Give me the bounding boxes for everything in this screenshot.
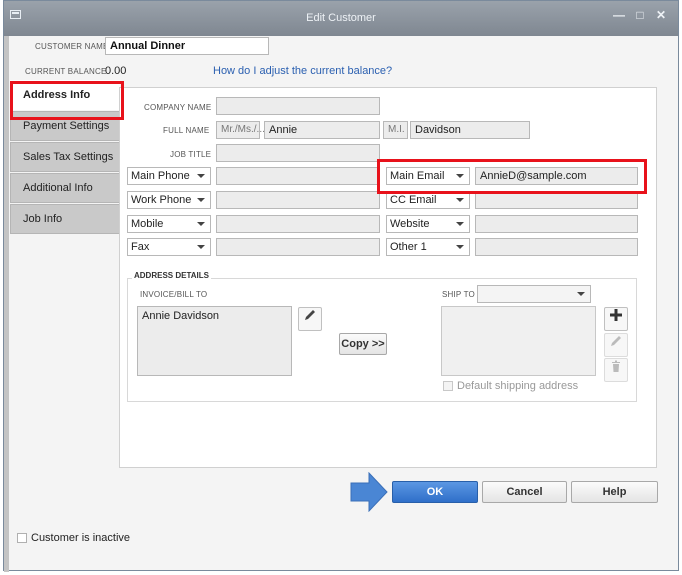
customer-inactive-checkbox[interactable] [17,533,27,543]
customer-name-input[interactable]: Annual Dinner [105,37,269,55]
phone-type-select-2[interactable]: Work Phone [127,191,211,209]
highlight-main-email [377,159,647,194]
phone-input-4[interactable] [216,238,380,256]
restore-button[interactable]: □ [633,8,647,22]
chevron-down-icon [456,245,464,249]
cancel-button[interactable]: Cancel [482,481,567,503]
ship-to-address-field[interactable] [441,306,596,376]
other-contact-input[interactable] [475,238,638,256]
edit-ship-to-button[interactable] [604,333,628,357]
delete-ship-to-button[interactable] [604,358,628,382]
job-title-label: JOB TITLE [170,150,212,159]
phone-type-select-4[interactable]: Fax [127,238,211,256]
phone-type-select-1[interactable]: Main Phone [127,167,211,185]
left-edge-strip [4,36,9,572]
chevron-down-icon [577,292,585,296]
company-name-input[interactable] [216,97,380,115]
company-name-label: COMPANY NAME [144,103,212,112]
pencil-icon [611,336,621,346]
phone-input-3[interactable] [216,215,380,233]
phone-input-2[interactable] [216,191,380,209]
last-name-input[interactable]: Davidson [410,121,530,139]
contact-type-select-4[interactable]: Other 1 [386,238,470,256]
salutation-input[interactable]: Mr./Ms./... [216,121,265,139]
window-title: Edit Customer [306,12,376,24]
copy-address-button[interactable]: Copy >> [339,333,387,355]
first-name-input[interactable]: Annie [264,121,380,139]
job-title-input[interactable] [216,144,380,162]
ship-to-select[interactable] [477,285,591,303]
customer-name-label: CUSTOMER NAME [35,42,109,51]
default-shipping-label: Default shipping address [457,380,579,392]
chevron-down-icon [197,222,205,226]
plus-icon [610,309,622,321]
chevron-down-icon [456,198,464,202]
contact-type-select-3[interactable]: Website [386,215,470,233]
edit-bill-to-button[interactable] [298,307,322,331]
trash-icon [612,360,620,372]
full-name-label: FULL NAME [163,126,210,135]
chevron-down-icon [456,222,464,226]
address-details-label: ADDRESS DETAILS [132,271,211,280]
chevron-down-icon [197,245,205,249]
pencil-icon [305,310,315,320]
arrow-pointer-icon [350,472,388,512]
bill-to-label: INVOICE/BILL TO [140,290,208,299]
chevron-down-icon [197,198,205,202]
minimize-button[interactable]: — [612,8,626,22]
add-ship-to-button[interactable] [604,307,628,331]
website-input[interactable] [475,215,638,233]
highlight-address-info-tab [10,81,124,120]
phone-type-select-3[interactable]: Mobile [127,215,211,233]
default-shipping-checkbox[interactable] [443,381,453,391]
chevron-down-icon [197,174,205,178]
current-balance-value: 0.00 [105,65,127,77]
bill-to-address-field[interactable]: Annie Davidson [137,306,292,376]
adjust-balance-link[interactable]: How do I adjust the current balance? [213,65,392,77]
ship-to-label: SHIP TO [442,290,475,299]
tab-sales-tax-settings[interactable]: Sales Tax Settings [10,142,120,172]
help-button[interactable]: Help [571,481,658,503]
current-balance-label: CURRENT BALANCE [25,67,107,76]
phone-input-1[interactable] [216,167,380,185]
tab-additional-info[interactable]: Additional Info [10,173,120,203]
middle-initial-input[interactable]: M.I. [383,121,408,139]
ok-button[interactable]: OK [392,481,478,503]
close-button[interactable]: ✕ [654,8,668,22]
title-bar: Edit Customer — □ ✕ [4,1,678,36]
tab-job-info[interactable]: Job Info [10,204,120,234]
customer-inactive-label: Customer is inactive [31,532,131,544]
